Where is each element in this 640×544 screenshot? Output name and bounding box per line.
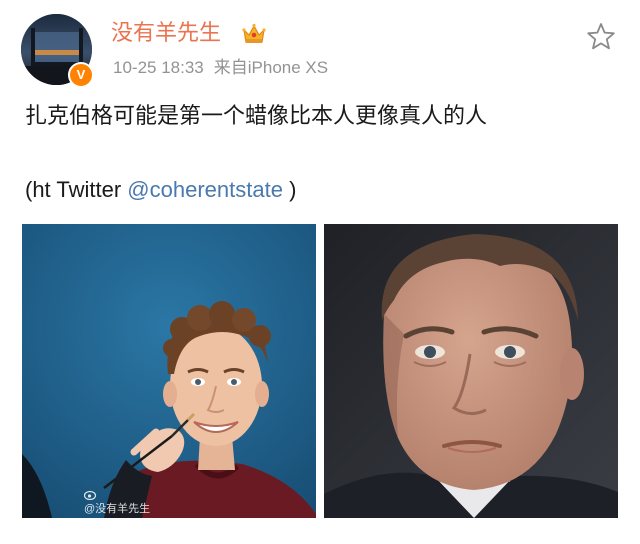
- credit-prefix: (ht Twitter: [25, 177, 128, 202]
- post-time: 10-25 18:33: [113, 58, 204, 77]
- real-person-image: [324, 224, 618, 518]
- post-meta: 10-25 18:33 来自iPhone XS: [113, 56, 328, 80]
- image-watermark: @没有羊先生: [84, 489, 150, 516]
- weibo-post: V 没有羊先生 10-25 18:33 来自iPhone XS 扎克伯格可能是第一…: [0, 0, 640, 544]
- watermark-text: @没有羊先生: [84, 503, 151, 515]
- weibo-logo-icon: [84, 490, 97, 500]
- star-outline-icon[interactable]: [584, 20, 618, 54]
- wax-figure-image: [22, 224, 316, 518]
- post-text: 扎克伯格可能是第一个蜡像比本人更像真人的人: [25, 104, 488, 129]
- photo-wax-figure[interactable]: @没有羊先生: [22, 224, 316, 518]
- verified-badge-icon: V: [68, 62, 94, 88]
- photo-real-person[interactable]: [324, 224, 618, 518]
- username[interactable]: 没有羊先生: [111, 19, 221, 49]
- post-source: 来自iPhone XS: [213, 58, 329, 77]
- vip-crown-icon[interactable]: [241, 22, 267, 46]
- credit-suffix: ): [282, 177, 297, 202]
- mention-link[interactable]: @coherentstate: [127, 177, 283, 202]
- post-credit: (ht Twitter @coherentstate ): [25, 172, 296, 208]
